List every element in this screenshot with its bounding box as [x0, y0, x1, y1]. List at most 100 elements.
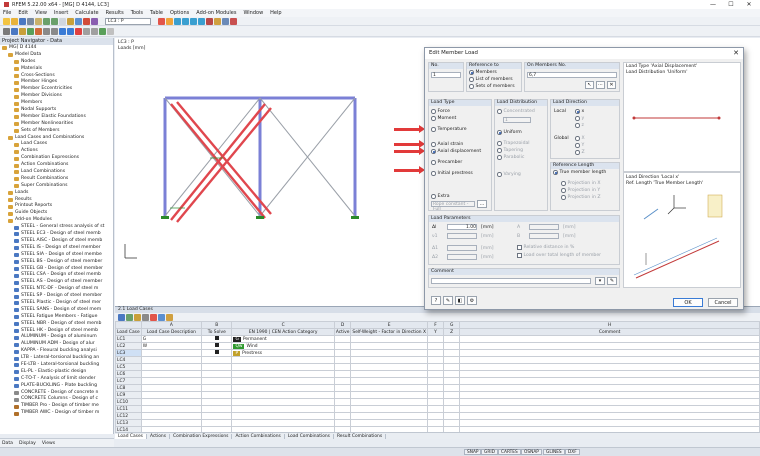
visibility-icon[interactable] [99, 27, 106, 35]
param-d2-input[interactable] [447, 254, 477, 260]
to-solve-cell[interactable] [201, 335, 233, 343]
load-case-id[interactable]: LC7 [115, 377, 142, 385]
table-import-icon[interactable] [126, 313, 133, 321]
menu-edit[interactable]: Edit [18, 10, 28, 16]
load-case-id[interactable]: LC6 [115, 370, 142, 378]
active-cell[interactable] [333, 363, 352, 371]
tapering-radio[interactable] [497, 148, 502, 153]
load-case-id[interactable]: LC10 [115, 398, 142, 406]
to-solve-cell[interactable] [201, 349, 233, 357]
zoom-icon[interactable] [206, 17, 213, 25]
menu-insert[interactable]: Insert [54, 10, 68, 16]
load-type-axial-strain[interactable]: Axial strain [429, 141, 491, 148]
axial-load-display[interactable] [170, 101, 272, 223]
view-z-icon[interactable] [198, 17, 205, 25]
to-solve-cell[interactable] [201, 342, 233, 350]
load-case-description[interactable] [140, 377, 203, 385]
trapezoidal-radio[interactable] [497, 141, 502, 146]
load-case-description[interactable] [140, 412, 203, 420]
to-solve-cell[interactable] [201, 419, 233, 427]
sw-x-cell[interactable] [350, 363, 428, 371]
param-a-input[interactable] [529, 224, 559, 230]
uniform-radio[interactable] [497, 130, 502, 135]
comment-cell[interactable] [459, 384, 760, 392]
measure-icon[interactable] [27, 27, 34, 35]
table-filter-icon[interactable] [134, 313, 141, 321]
sw-z-cell[interactable] [443, 377, 461, 385]
section-icon[interactable] [59, 27, 66, 35]
sheet-tab-result-combinations[interactable]: Result Combinations [334, 433, 387, 439]
ref-sets[interactable]: Sets of members [467, 83, 521, 90]
load-case-description[interactable]: W [140, 342, 203, 350]
load-case-id[interactable]: LC1 [115, 335, 142, 343]
table-row[interactable]: LC10 [115, 398, 760, 406]
sw-z-cell[interactable] [443, 419, 461, 427]
nav-item[interactable]: Super Combinations [0, 183, 113, 190]
dist-uniform[interactable]: Uniform [495, 129, 547, 136]
dir-local-x[interactable]: x [573, 108, 584, 115]
deform-icon[interactable] [166, 17, 173, 25]
sw-z-cell[interactable] [443, 370, 461, 378]
sw-y-cell[interactable] [426, 384, 445, 392]
sw-y-cell[interactable] [426, 370, 445, 378]
load-case-id[interactable]: LC11 [115, 405, 142, 413]
nav-item[interactable]: MG] D 4144 [0, 45, 113, 52]
dist-varying[interactable]: Varying [495, 171, 547, 178]
status-glines[interactable]: GLINES [543, 449, 565, 455]
sw-x-cell[interactable] [350, 398, 428, 406]
wireframe-icon[interactable] [91, 27, 98, 35]
minimize-button[interactable]: — [704, 0, 722, 9]
print-icon[interactable] [27, 17, 34, 25]
active-cell[interactable] [333, 398, 352, 406]
cancel-button[interactable]: Cancel [708, 298, 738, 307]
arc-icon[interactable] [51, 27, 58, 35]
action-category-cell[interactable] [231, 412, 335, 420]
delete-icon[interactable] [75, 27, 82, 35]
on-members-input[interactable]: 6,7 [527, 72, 617, 78]
to-solve-checkbox[interactable] [214, 343, 219, 347]
close-button[interactable]: ✕ [740, 0, 758, 9]
nav-item[interactable]: Sets of Members [0, 128, 113, 135]
settings-icon[interactable]: ⚙ [467, 296, 477, 305]
sw-z-cell[interactable] [443, 349, 461, 357]
reflen-true[interactable]: True member length [551, 169, 619, 176]
pan-icon[interactable] [214, 17, 221, 25]
status-osnap[interactable]: OSNAP [521, 449, 542, 455]
menu-addon[interactable]: Add-on Modules [196, 10, 236, 16]
table-row[interactable]: LC2 W Qw Wind [115, 342, 760, 350]
param-v1-input[interactable] [447, 233, 477, 239]
sw-x-cell[interactable] [350, 342, 428, 350]
sw-y-cell[interactable] [426, 356, 445, 364]
reflen-y[interactable]: Projection in Y [551, 187, 619, 194]
load-type-axial-displacement[interactable]: Axial displacement [429, 148, 491, 155]
nav-item[interactable]: LTB - Lateral-torsional buckling an [0, 355, 113, 362]
comment-options-button[interactable]: ✎ [607, 277, 617, 285]
action-category-cell[interactable] [231, 363, 335, 371]
no-input[interactable]: 1 [431, 72, 461, 78]
active-cell[interactable] [333, 377, 352, 385]
sheet-tab-combination-expressions[interactable]: Combination Expressions [170, 433, 233, 439]
nav-item[interactable]: EL-PL - Elastic-plastic design [0, 369, 113, 376]
comment-cell[interactable] [459, 342, 760, 350]
menu-calculate[interactable]: Calculate [75, 10, 98, 16]
line-icon[interactable] [43, 27, 50, 35]
load-type-extra[interactable]: Extra [429, 193, 491, 200]
table-export-icon[interactable] [118, 313, 125, 321]
copy-icon[interactable] [35, 17, 42, 25]
sheet-tab-load-combinations[interactable]: Load Combinations [285, 433, 334, 439]
action-category-cell[interactable]: P Prestress [231, 349, 335, 357]
to-solve-cell[interactable] [201, 405, 233, 413]
comment-cell[interactable] [459, 391, 760, 399]
dir-global-y[interactable]: Y [573, 142, 584, 149]
view-iso-icon[interactable] [174, 17, 181, 25]
comment-input[interactable] [431, 278, 591, 284]
sw-y-cell[interactable] [426, 377, 445, 385]
dist-trapezoidal[interactable]: Trapezoidal [495, 140, 547, 147]
to-solve-cell[interactable] [201, 377, 233, 385]
load-case-description[interactable] [140, 405, 203, 413]
nav-item[interactable]: Nodal Supports [0, 107, 113, 114]
load-case-description[interactable] [140, 370, 203, 378]
to-solve-cell[interactable] [201, 384, 233, 392]
menu-table[interactable]: Table [150, 10, 163, 16]
load-type-initial-prestress[interactable]: Initial prestress [429, 170, 491, 177]
